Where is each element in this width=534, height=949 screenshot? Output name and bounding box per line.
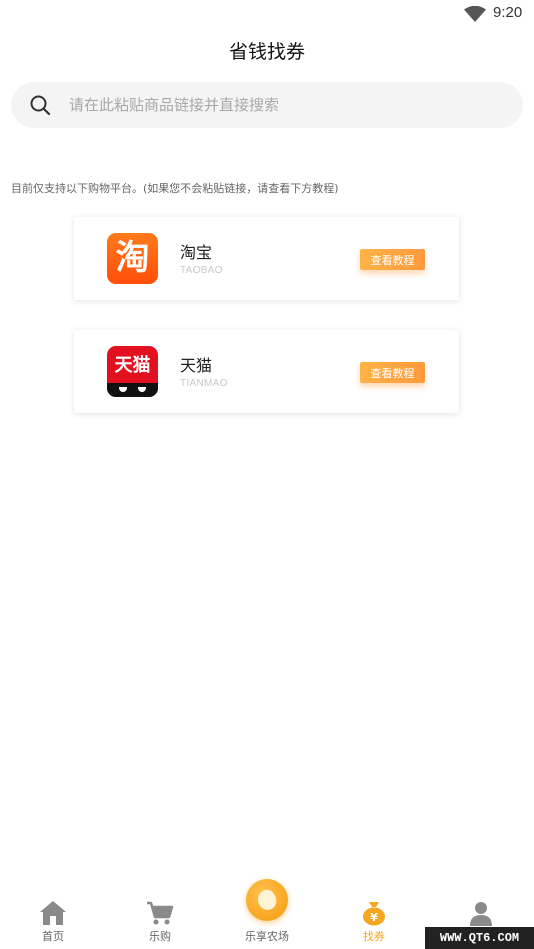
money-bag-icon: ¥: [363, 902, 385, 926]
watermark: WWW.QT6.COM: [425, 927, 534, 949]
tab-label: 找券: [363, 930, 385, 943]
taobao-logo-text: 淘: [115, 238, 150, 278]
bean-shape: [254, 887, 280, 913]
view-tutorial-button-tmall[interactable]: 查看教程: [360, 362, 425, 383]
status-bar: 9:20: [0, 0, 534, 28]
tab-label: 乐享农场: [245, 930, 289, 943]
cart-icon: [147, 901, 174, 925]
tmall-logo-icon: 天猫: [107, 346, 158, 397]
status-time: 9:20: [493, 4, 523, 21]
tab-shop[interactable]: 乐购: [120, 888, 200, 949]
view-tutorial-button-taobao[interactable]: 查看教程: [360, 249, 425, 270]
platform-name: 天猫: [180, 356, 213, 375]
platform-name: 淘宝: [180, 243, 213, 262]
page-title: 省钱找券: [228, 41, 305, 63]
tab-farm[interactable]: 乐享农场: [227, 879, 307, 949]
wifi-icon: [464, 6, 486, 22]
platform-card-taobao[interactable]: 淘 淘宝 TAOBAO 查看教程: [74, 217, 459, 300]
tab-home[interactable]: 首页: [13, 888, 93, 949]
tmall-logo-text: 天猫: [114, 355, 151, 376]
tab-label: 首页: [42, 930, 64, 943]
user-icon: [470, 902, 492, 926]
platform-sub: TIANMAO: [180, 378, 228, 389]
svg-text:¥: ¥: [370, 911, 378, 924]
tab-label: 乐购: [149, 930, 171, 943]
platform-sub: TAOBAO: [180, 265, 223, 276]
tmall-cat-eyes: [107, 383, 158, 397]
search-icon[interactable]: [29, 94, 51, 116]
platform-card-tmall[interactable]: 天猫 天猫 TIANMAO 查看教程: [74, 330, 459, 413]
tab-coupon[interactable]: ¥ 找券: [334, 888, 414, 949]
search-input[interactable]: [69, 82, 509, 128]
search-bar[interactable]: [11, 82, 523, 128]
bean-icon: [246, 879, 288, 921]
platform-notice: 目前仅支持以下购物平台。(如果您不会粘贴链接，请查看下方教程): [11, 182, 339, 195]
home-icon: [40, 901, 66, 925]
taobao-logo-icon: 淘: [107, 233, 158, 284]
